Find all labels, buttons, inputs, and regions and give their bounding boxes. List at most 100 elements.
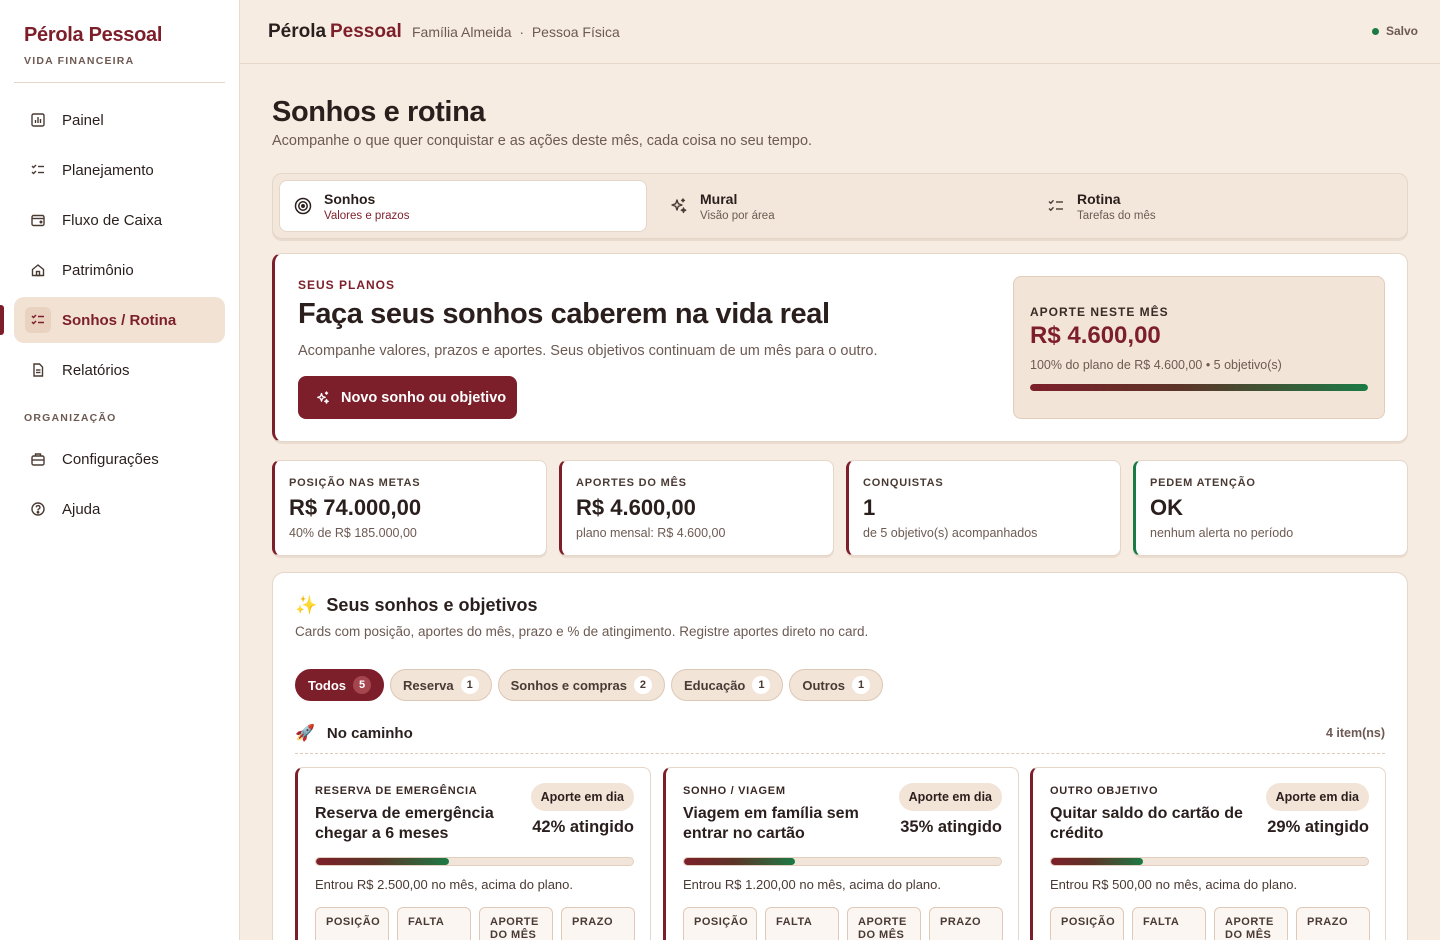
goal-stat-aporte: APORTE DO MÊS — [1214, 907, 1288, 940]
goals-title: Seus sonhos e objetivos — [326, 595, 538, 615]
brand-subtitle: VIDA FINANCEIRA — [24, 55, 135, 67]
goal-category: SONHO / VIAGEM — [683, 785, 786, 797]
goal-note: Entrou R$ 500,00 no mês, acima do plano. — [1050, 877, 1298, 892]
stat-label: APORTE DO MÊS — [490, 916, 539, 940]
goal-progress-fill — [684, 858, 795, 865]
goal-card[interactable]: SONHO / VIAGEM Viagem em família sem ent… — [663, 767, 1019, 940]
chip-count: 1 — [752, 676, 771, 694]
kpi-value: 1 — [863, 495, 876, 520]
sidebar-item-ajuda[interactable]: Ajuda — [14, 486, 225, 532]
hero-eyebrow: SEUS PLANOS — [298, 278, 396, 292]
hero-subtitle: Acompanhe valores, prazos e aportes. Seu… — [298, 343, 878, 359]
divider — [14, 82, 225, 83]
filter-chip-sonhos-e-compras[interactable]: Sonhos e compras 2 — [497, 669, 665, 701]
goal-title: Reserva de emergência chegar a 6 meses — [315, 805, 494, 842]
goal-card[interactable]: RESERVA DE EMERGÊNCIA Reserva de emergên… — [295, 767, 651, 940]
goal-stat-posicao: POSIÇÃO — [315, 907, 389, 940]
goal-stat-falta: FALTA — [765, 907, 839, 940]
topbar: Pérola Pessoal Família Almeida · Pessoa … — [240, 0, 1440, 64]
sidebar-item-configuracoes[interactable]: Configurações — [14, 436, 225, 482]
goals-panel: ✨ Seus sonhos e objetivos Cards com posi… — [272, 572, 1408, 940]
save-status-label: Salvo — [1385, 24, 1418, 38]
goal-stat-prazo: PRAZO — [561, 907, 635, 940]
sidebar-item-painel[interactable]: Painel — [14, 97, 225, 143]
goals-title-row: ✨ Seus sonhos e objetivos — [295, 595, 537, 616]
new-goal-button[interactable]: Novo sonho ou objetivo — [298, 376, 517, 419]
kpi-label: PEDEM ATENÇÃO — [1150, 477, 1256, 489]
stat-label: POSIÇÃO — [326, 916, 381, 928]
goal-stat-falta: FALTA — [1132, 907, 1206, 940]
sidebar-item-label: Relatórios — [62, 361, 130, 379]
sidebar-item-relatorios[interactable]: Relatórios — [14, 347, 225, 393]
contribution-progress — [1030, 384, 1368, 391]
kpi-sub: de 5 objetivo(s) acompanhados — [863, 526, 1038, 540]
save-status: Salvo — [1371, 24, 1418, 38]
chip-count: 2 — [633, 676, 652, 694]
chart-icon — [28, 110, 48, 130]
stat-label: FALTA — [1143, 916, 1180, 928]
goal-stat-prazo: PRAZO — [1296, 907, 1370, 940]
kpi-value: OK — [1150, 495, 1183, 520]
kpi-label: APORTES DO MÊS — [576, 477, 687, 489]
chip-label: Todos — [308, 677, 347, 693]
help-icon — [28, 499, 48, 519]
checklist-icon — [1045, 195, 1067, 217]
group-title: No caminho — [326, 724, 413, 742]
filter-chip-educacao[interactable]: Educação 1 — [670, 669, 784, 701]
contribution-sub: 100% do plano de R$ 4.600,00 • 5 objetiv… — [1030, 358, 1282, 372]
checklist-icon — [25, 307, 51, 333]
contribution-progress-fill — [1030, 384, 1368, 391]
goal-percent: 35% atingido — [900, 818, 1002, 836]
tab-rotina[interactable]: Rotina Tarefas do mês — [1033, 180, 1401, 232]
sidebar-item-planejamento[interactable]: Planejamento — [14, 147, 225, 193]
tab-mural[interactable]: Mural Visão por área — [656, 180, 1024, 232]
chip-label: Sonhos e compras — [510, 677, 627, 693]
brand: Pérola Pessoal VIDA FINANCEIRA — [24, 24, 162, 67]
goal-title: Viagem em família sem entrar no cartão — [683, 805, 859, 842]
status-badge: Aporte em dia — [898, 783, 1002, 811]
kpi-card-posicao: POSIÇÃO NAS METAS R$ 74.000,00 40% de R$… — [272, 460, 547, 556]
sidebar-item-label: Ajuda — [62, 500, 101, 518]
sidebar-item-fluxo-de-caixa[interactable]: Fluxo de Caixa — [14, 197, 225, 243]
stat-label: FALTA — [776, 916, 813, 928]
kpi-sub: nenhum alerta no período — [1150, 526, 1294, 540]
hero-title: Faça seus sonhos caberem na vida real — [298, 298, 830, 330]
goal-category: RESERVA DE EMERGÊNCIA — [315, 785, 478, 797]
goal-progress — [315, 857, 634, 866]
goal-progress — [1050, 857, 1369, 866]
chip-label: Reserva — [403, 677, 454, 693]
sidebar-item-patrimonio[interactable]: Patrimônio — [14, 247, 225, 293]
goal-stat-aporte: APORTE DO MÊS — [479, 907, 553, 940]
filter-chip-todos[interactable]: Todos 5 — [295, 669, 385, 701]
status-badge: Aporte em dia — [1265, 783, 1369, 811]
tab-sublabel: Valores e prazos — [324, 209, 410, 222]
rocket-icon: 🚀 — [295, 725, 315, 742]
filter-chip-reserva[interactable]: Reserva 1 — [390, 669, 492, 701]
filter-chip-outros[interactable]: Outros 1 — [789, 669, 883, 701]
page-title: Sonhos e rotina — [272, 96, 486, 128]
stat-label: APORTE DO MÊS — [1225, 916, 1274, 940]
goal-title: Quitar saldo do cartão de crédito — [1050, 805, 1243, 842]
group-header: 🚀 No caminho — [295, 723, 413, 743]
stat-label: FALTA — [408, 916, 445, 928]
tab-bar: Sonhos Valores e prazos Mural Visão por ár… — [272, 173, 1408, 239]
stat-label: PRAZO — [940, 916, 981, 928]
kpi-label: POSIÇÃO NAS METAS — [289, 477, 421, 489]
chip-label: Educação — [683, 677, 746, 693]
briefcase-icon — [28, 449, 48, 469]
sidebar-item-sonhos-rotina[interactable]: Sonhos / Rotina — [14, 297, 225, 343]
brand-name[interactable]: Pérola Pessoal — [24, 24, 162, 47]
chip-label: Outros — [802, 677, 845, 693]
goal-progress — [683, 857, 1002, 866]
active-indicator — [0, 305, 4, 335]
group-count: 4 item(ns) — [1325, 726, 1385, 740]
goal-card[interactable]: OUTRO OBJETIVO Quitar saldo do cartão de… — [1030, 767, 1386, 940]
sidebar-item-label: Patrimônio — [62, 261, 134, 279]
sparkle-icon — [668, 195, 690, 217]
sidebar: Pérola Pessoal VIDA FINANCEIRA Painel Pl… — [0, 0, 240, 940]
page-subtitle: Acompanhe o que quer conquistar e as açõ… — [272, 133, 813, 149]
goal-percent: 42% atingido — [532, 818, 634, 836]
tab-sonhos[interactable]: Sonhos Valores e prazos — [279, 180, 647, 232]
kpi-card-conquistas: CONQUISTAS 1 de 5 objetivo(s) acompanhad… — [846, 460, 1121, 556]
breadcrumb[interactable]: Família Almeida · Pessoa Física — [412, 24, 620, 40]
